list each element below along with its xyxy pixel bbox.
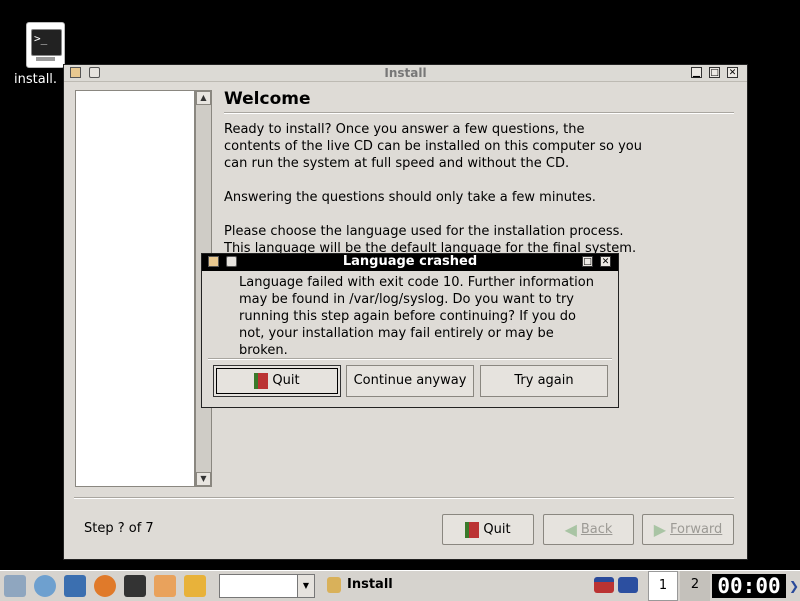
exit-door-icon <box>465 521 480 538</box>
error-dialog: Language crashed □ ✕ Language failed wit… <box>201 253 619 408</box>
firefox-icon[interactable] <box>94 575 116 597</box>
start-menu-icon[interactable] <box>4 575 26 597</box>
back-arrow-icon: ◀ <box>564 520 577 539</box>
back-button[interactable]: ◀ Back <box>543 514 634 545</box>
workspace-1[interactable]: 1 <box>648 571 678 601</box>
back-label: Back <box>580 522 613 537</box>
desktop-icon[interactable] <box>64 575 86 597</box>
quit-label: Quit <box>483 522 511 537</box>
rss-icon[interactable] <box>154 575 176 597</box>
window-titlebar[interactable]: Install ▁ □ ✕ <box>64 65 747 82</box>
terminal-icon[interactable] <box>124 575 146 597</box>
tools-icon[interactable] <box>184 575 206 597</box>
chevron-right-icon[interactable]: ❯ <box>789 579 799 593</box>
step-indicator: Step ? of 7 <box>84 521 154 536</box>
heading-divider <box>224 112 734 114</box>
continue-anyway-button[interactable]: Continue anyway <box>346 365 474 397</box>
dialog-message: Language failed with exit code 10. Furth… <box>239 275 594 358</box>
dialog-title: Language crashed <box>342 254 478 269</box>
footer-divider <box>74 497 734 499</box>
taskbar: ▼ Install 1 2 00:00 ❯ <box>0 570 800 601</box>
dialog-quit-label: Quit <box>272 373 300 388</box>
maximize-icon[interactable]: □ <box>709 67 720 78</box>
dialog-titlebar[interactable]: Language crashed □ ✕ <box>202 254 618 271</box>
exit-door-icon <box>254 372 269 389</box>
quit-button[interactable]: Quit <box>442 514 534 545</box>
dialog-maximize-icon[interactable]: □ <box>582 256 593 267</box>
language-paragraph: Please choose the language used for the … <box>224 224 637 256</box>
forward-arrow-icon: ▶ <box>653 520 667 539</box>
install-task-icon <box>327 577 341 593</box>
command-combo[interactable]: ▼ <box>219 574 315 598</box>
terminal-screen: >_ <box>31 29 62 56</box>
page-title: Welcome <box>224 89 311 109</box>
duration-paragraph: Answering the questions should only take… <box>224 190 596 205</box>
network-icon[interactable] <box>618 577 638 593</box>
task-install[interactable]: Install <box>347 577 393 592</box>
step-list[interactable] <box>75 90 195 487</box>
minimize-icon[interactable]: ▁ <box>691 67 702 78</box>
workspace-2[interactable]: 2 <box>680 571 710 601</box>
forward-button[interactable]: ▶ Forward <box>642 514 734 545</box>
dialog-close-icon[interactable]: ✕ <box>600 256 611 267</box>
close-icon[interactable]: ✕ <box>727 67 738 78</box>
window-title: Install <box>384 66 427 80</box>
terminal-base <box>36 57 55 61</box>
continue-anyway-label: Continue anyway <box>353 373 467 388</box>
settings-icon[interactable] <box>34 575 56 597</box>
scroll-up-icon[interactable]: ▲ <box>196 91 211 105</box>
forward-label: Forward <box>670 522 723 537</box>
dialog-quit-button[interactable]: Quit <box>213 365 341 397</box>
chevron-down-icon[interactable]: ▼ <box>297 575 314 597</box>
keyboard-layout-icon[interactable] <box>594 577 614 593</box>
welcome-paragraph: Ready to install? Once you answer a few … <box>224 122 642 171</box>
clock: 00:00 <box>712 574 786 598</box>
scroll-down-icon[interactable]: ▼ <box>196 472 211 486</box>
terminal-icon[interactable]: >_ <box>26 22 65 68</box>
try-again-button[interactable]: Try again <box>480 365 608 397</box>
dialog-divider <box>208 358 612 360</box>
try-again-label: Try again <box>514 373 574 388</box>
